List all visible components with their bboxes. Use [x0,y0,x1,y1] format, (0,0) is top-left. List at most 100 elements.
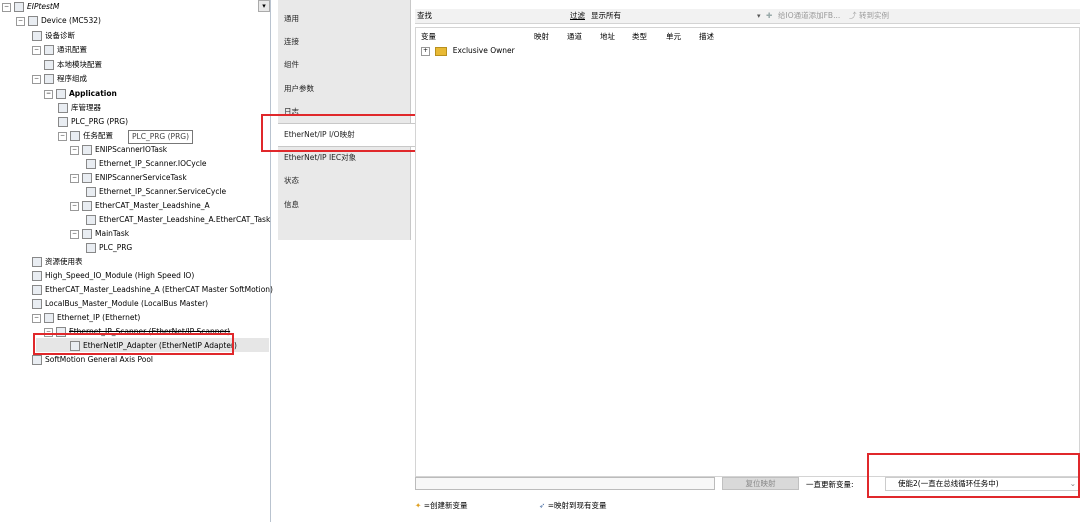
tree-node[interactable]: Ethernet_IP_Scanner.ServiceCycle [86,185,226,198]
filter-select[interactable]: 显示所有 [591,9,621,23]
call-icon [86,187,96,197]
create-variable-icon: ✦ [415,501,422,510]
goto-instance-button[interactable]: 转到实例 [859,9,889,23]
table-icon [32,257,42,267]
module-icon [44,60,54,70]
highlight-box-adapter [33,333,234,355]
tree-node[interactable]: − ENIPScannerIOTask [70,143,167,156]
axis-icon [32,355,42,365]
filter-chevron-down-icon[interactable]: ▾ [757,9,761,23]
tree-node[interactable]: PLC_PRG (PRG) [58,115,128,128]
create-var-label: =创建新变量 [423,501,468,510]
tree-node-label: 设备诊断 [45,31,75,40]
io-mapping-panel: 查找 过滤 显示所有 ▾ ✚ 给IO通道添加FB... ⤴ 转到实例 变量 映射 通… [415,0,1080,522]
tree-node-label: 库管理器 [71,103,101,112]
tree-node[interactable]: 本地模块配置 [44,58,102,71]
legend-map-existing: ➶ =映射到现有变量 [539,500,606,511]
task-icon [82,229,92,239]
program-icon [44,74,54,84]
always-update-label: 一直更新变量: [806,480,854,489]
tree-node-label: Ethernet_IP (Ethernet) [57,313,141,322]
tree-node[interactable]: PLC_PRG [86,241,132,254]
device-editor-tabs: 通用 连接 组件 用户参数 日志 EtherNet/IP I/O映射 EtherNet/IP… [278,0,416,522]
tree-node[interactable]: − Application [44,87,117,100]
diagnosis-icon [32,31,42,41]
tree-node-label: EtherCAT_Master_Leadshine_A [95,201,210,210]
tree-node-label: 通讯配置 [57,45,87,54]
column-header[interactable]: 类型 [632,31,647,42]
tree-node-label: PLC_PRG (PRG) [71,117,129,126]
tab-item[interactable]: 连接 [284,31,404,53]
communication-icon [44,45,54,55]
mapping-input-field[interactable] [415,477,715,490]
task-icon [82,145,92,155]
task-icon [82,201,92,211]
library-icon [58,103,68,113]
tab-item[interactable]: 状态 [284,170,404,192]
add-fb-plus-icon: ✚ [766,11,773,20]
collapse-toggle-icon[interactable]: − [44,89,53,99]
tree-node[interactable]: 库管理器 [58,101,101,114]
tree-node[interactable]: − EIPtestM [2,0,59,13]
tab-item[interactable]: 组件 [284,54,404,76]
tree-node[interactable]: − Device (MC532) [16,14,101,27]
map-existing-label: =映射到现有变量 [547,501,607,510]
tree-node[interactable]: EtherCAT_Master_Leadshine_A (EtherCAT Ma… [32,283,273,296]
tab-item[interactable]: 用户参数 [284,78,404,100]
collapse-toggle-icon[interactable]: − [2,2,11,12]
column-header[interactable]: 单元 [666,31,681,42]
tree-node[interactable]: − EtherCAT_Master_Leadshine_A [70,199,210,212]
tab-item[interactable]: 通用 [284,8,404,30]
tree-node[interactable]: − 任务配置 [58,129,113,142]
column-header[interactable]: 地址 [600,31,615,42]
tree-dropdown-button[interactable]: ▾ [258,0,270,12]
tree-node[interactable]: LocalBus_Master_Module (LocalBus Master) [32,297,208,310]
add-fb-button[interactable]: 给IO通道添加FB... [778,9,840,23]
tab-item[interactable]: 信息 [284,194,404,216]
highlight-box-always-update [867,453,1080,498]
column-header[interactable]: 描述 [699,31,714,42]
device-icon [28,16,38,26]
collapse-toggle-icon[interactable]: − [32,45,41,55]
tree-node[interactable]: − MainTask [70,227,129,240]
collapse-toggle-icon[interactable]: − [32,74,41,84]
collapse-toggle-icon[interactable]: − [70,145,79,155]
tree-node[interactable]: Ethernet_IP_Scanner.IOCycle [86,157,207,170]
collapse-toggle-icon[interactable]: − [58,131,67,141]
collapse-toggle-icon[interactable]: − [70,229,79,239]
tree-node[interactable]: 设备诊断 [32,29,75,42]
tree-node-label: MainTask [95,229,130,238]
tree-node-label: EIPtestM [27,2,60,11]
tree-node[interactable]: 资源使用表 [32,255,83,268]
tree-node[interactable]: − 通讯配置 [32,43,87,56]
table-row[interactable]: + Exclusive Owner [421,45,515,57]
column-header[interactable]: 通道 [567,31,582,42]
collapse-toggle-icon[interactable]: − [16,16,25,26]
tree-node-label: Application [69,89,117,98]
goto-instance-icon: ⤴ [849,11,857,20]
tree-node[interactable]: − 程序组成 [32,72,87,85]
tree-node[interactable]: − Ethernet_IP (Ethernet) [32,311,140,324]
collapse-toggle-icon[interactable]: − [70,173,79,183]
reset-mapping-button[interactable]: 复位映射 [722,477,799,490]
task-config-icon [70,131,80,141]
tree-node[interactable]: EtherCAT_Master_Leadshine_A.EtherCAT_Tas… [86,213,270,226]
tree-node-label: Ethernet_IP_Scanner.ServiceCycle [99,187,227,196]
task-icon [82,173,92,183]
application-icon [56,89,66,99]
column-header[interactable]: 变量 [421,31,436,42]
tree-node-label: EtherCAT_Master_Leadshine_A (EtherCAT Ma… [45,285,273,294]
tree-node-label: PLC_PRG [99,243,133,252]
mapping-table: 变量 映射 通道 地址 类型 单元 描述 + Exclusive Owner [415,27,1080,477]
tree-node-label: Ethernet_IP_Scanner.IOCycle [99,159,207,168]
tree-node[interactable]: − ENIPScannerServiceTask [70,171,187,184]
collapse-toggle-icon[interactable]: − [32,313,41,323]
tree-node[interactable]: High_Speed_IO_Module (High Speed IO) [32,269,194,282]
collapse-toggle-icon[interactable]: − [70,201,79,211]
folder-icon [435,46,448,56]
filter-label[interactable]: 过滤 [570,9,585,23]
column-header[interactable]: 映射 [534,31,549,42]
expand-plus-icon[interactable]: + [421,46,430,56]
call-icon [86,243,96,253]
find-label[interactable]: 查找 [417,9,432,23]
